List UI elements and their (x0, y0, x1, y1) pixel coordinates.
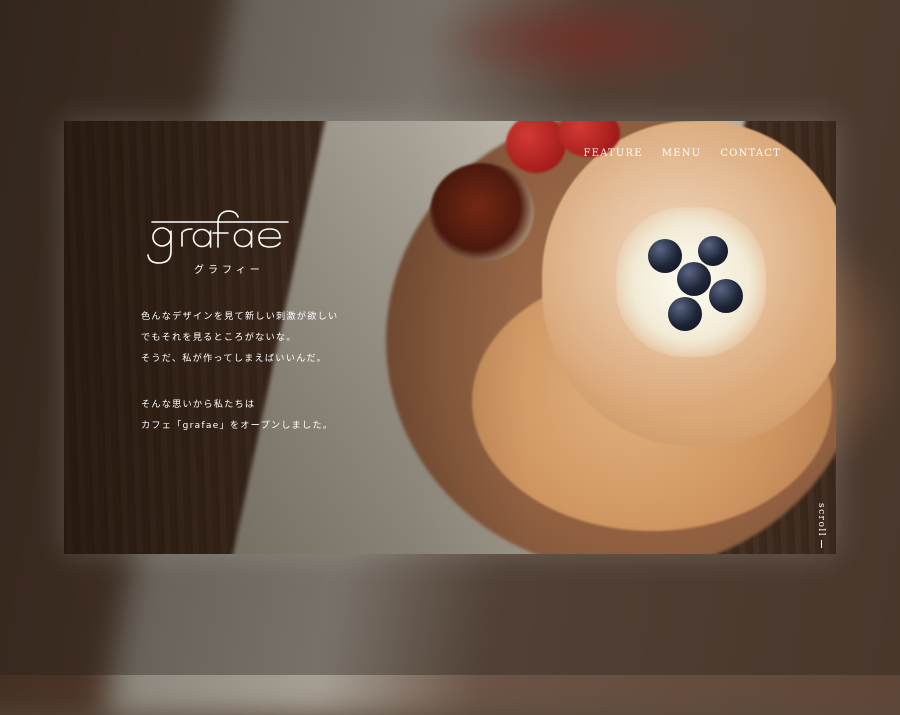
main-nav: FEATURE MENU CONTACT (584, 148, 781, 159)
logo-wordmark-graphic (147, 210, 289, 264)
scroll-label: scroll (816, 502, 826, 537)
intro-line: カフェ「grafae」をオープンしました。 (141, 420, 334, 431)
hero-section: FEATURE MENU CONTACT グラフィー 色んなデザインを見て新しい… (64, 121, 836, 554)
logo-katakana: グラフィー (194, 265, 264, 276)
nav-item-menu[interactable]: MENU (662, 148, 702, 159)
intro-text: 色んなデザインを見て新しい刺激が欲しい でもそれを見るところがないな。 そうだ、… (141, 306, 338, 436)
nav-item-feature[interactable]: FEATURE (584, 148, 643, 159)
intro-line: そんな思いから私たちは (141, 399, 256, 410)
intro-line: でもそれを見るところがないな。 (141, 332, 297, 343)
intro-line: 色んなデザインを見て新しい刺激が欲しい (141, 311, 339, 322)
scroll-indicator[interactable]: scroll (816, 503, 826, 548)
grafae-logo[interactable]: グラフィー (146, 207, 296, 277)
nav-item-contact[interactable]: CONTACT (720, 148, 781, 159)
scroll-line-icon (820, 540, 822, 548)
intro-line: そうだ、私が作ってしまえばいいんだ。 (141, 353, 327, 364)
